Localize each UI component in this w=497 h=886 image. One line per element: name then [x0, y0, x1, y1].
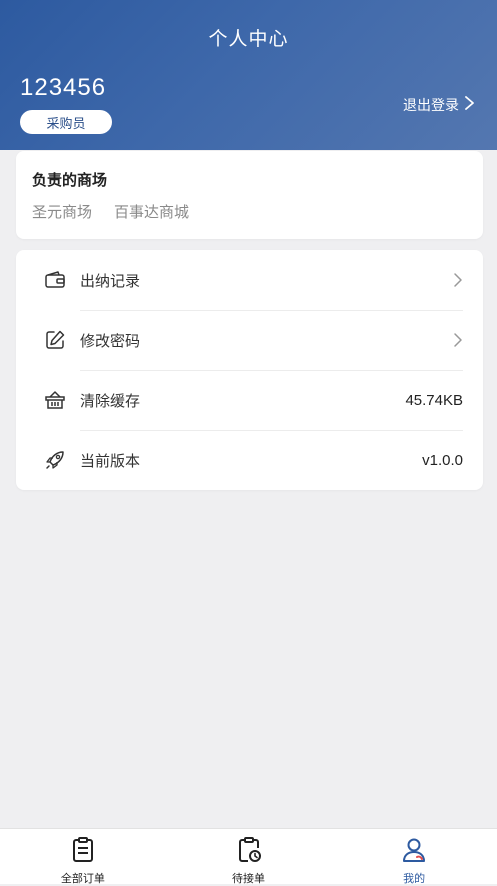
- clipboard-list-icon: [69, 836, 97, 868]
- profile-header: 个人中心 123456 采购员 退出登录: [0, 0, 497, 150]
- tab-all-orders[interactable]: 全部订单: [0, 829, 166, 885]
- menu-item-label: 修改密码: [80, 331, 141, 350]
- menu-card: 出纳记录 修改密码 清除缓存 45.74KB 当前版本 v1.0.0: [16, 250, 483, 490]
- logout-label: 退出登录: [403, 98, 459, 114]
- menu-item-cashier-records[interactable]: 出纳记录: [16, 250, 483, 310]
- user-icon: [400, 836, 428, 868]
- malls-title: 负责的商场: [32, 171, 108, 189]
- chevron-right-icon: [453, 332, 463, 348]
- tab-pending-orders[interactable]: 待接单: [166, 829, 332, 885]
- menu-item-clear-cache[interactable]: 清除缓存 45.74KB: [16, 370, 483, 430]
- tab-label: 全部订单: [60, 872, 105, 885]
- mall-item: 圣元商场: [32, 203, 93, 221]
- menu-item-label: 当前版本: [80, 451, 141, 470]
- chevron-right-icon: [453, 272, 463, 288]
- tab-label: 待接单: [232, 872, 265, 885]
- logout-button[interactable]: 退出登录: [403, 95, 475, 115]
- chevron-right-icon: [463, 96, 475, 114]
- menu-item-version[interactable]: 当前版本 v1.0.0: [16, 430, 483, 490]
- user-id: 123456: [20, 74, 107, 101]
- edit-icon: [44, 329, 66, 351]
- menu-item-label: 出纳记录: [80, 271, 141, 290]
- wallet-icon: [44, 269, 66, 291]
- bottom-tab-bar: 全部订单 待接单 我的: [0, 828, 497, 885]
- version-number: v1.0.0: [422, 451, 463, 469]
- rocket-icon: [44, 449, 66, 471]
- cache-size: 45.74KB: [405, 391, 463, 409]
- tab-label: 我的: [403, 872, 426, 885]
- malls-card: 负责的商场 圣元商场 百事达商城: [16, 151, 483, 239]
- clipboard-clock-icon: [235, 836, 263, 868]
- basket-icon: [44, 389, 66, 411]
- mall-item: 百事达商城: [114, 203, 190, 221]
- page-title: 个人中心: [208, 28, 289, 50]
- menu-item-label: 清除缓存: [80, 391, 141, 410]
- tab-profile[interactable]: 我的: [331, 829, 497, 885]
- malls-list: 圣元商场 百事达商城: [32, 201, 189, 222]
- role-badge: 采购员: [20, 110, 112, 134]
- menu-item-change-password[interactable]: 修改密码: [16, 310, 483, 370]
